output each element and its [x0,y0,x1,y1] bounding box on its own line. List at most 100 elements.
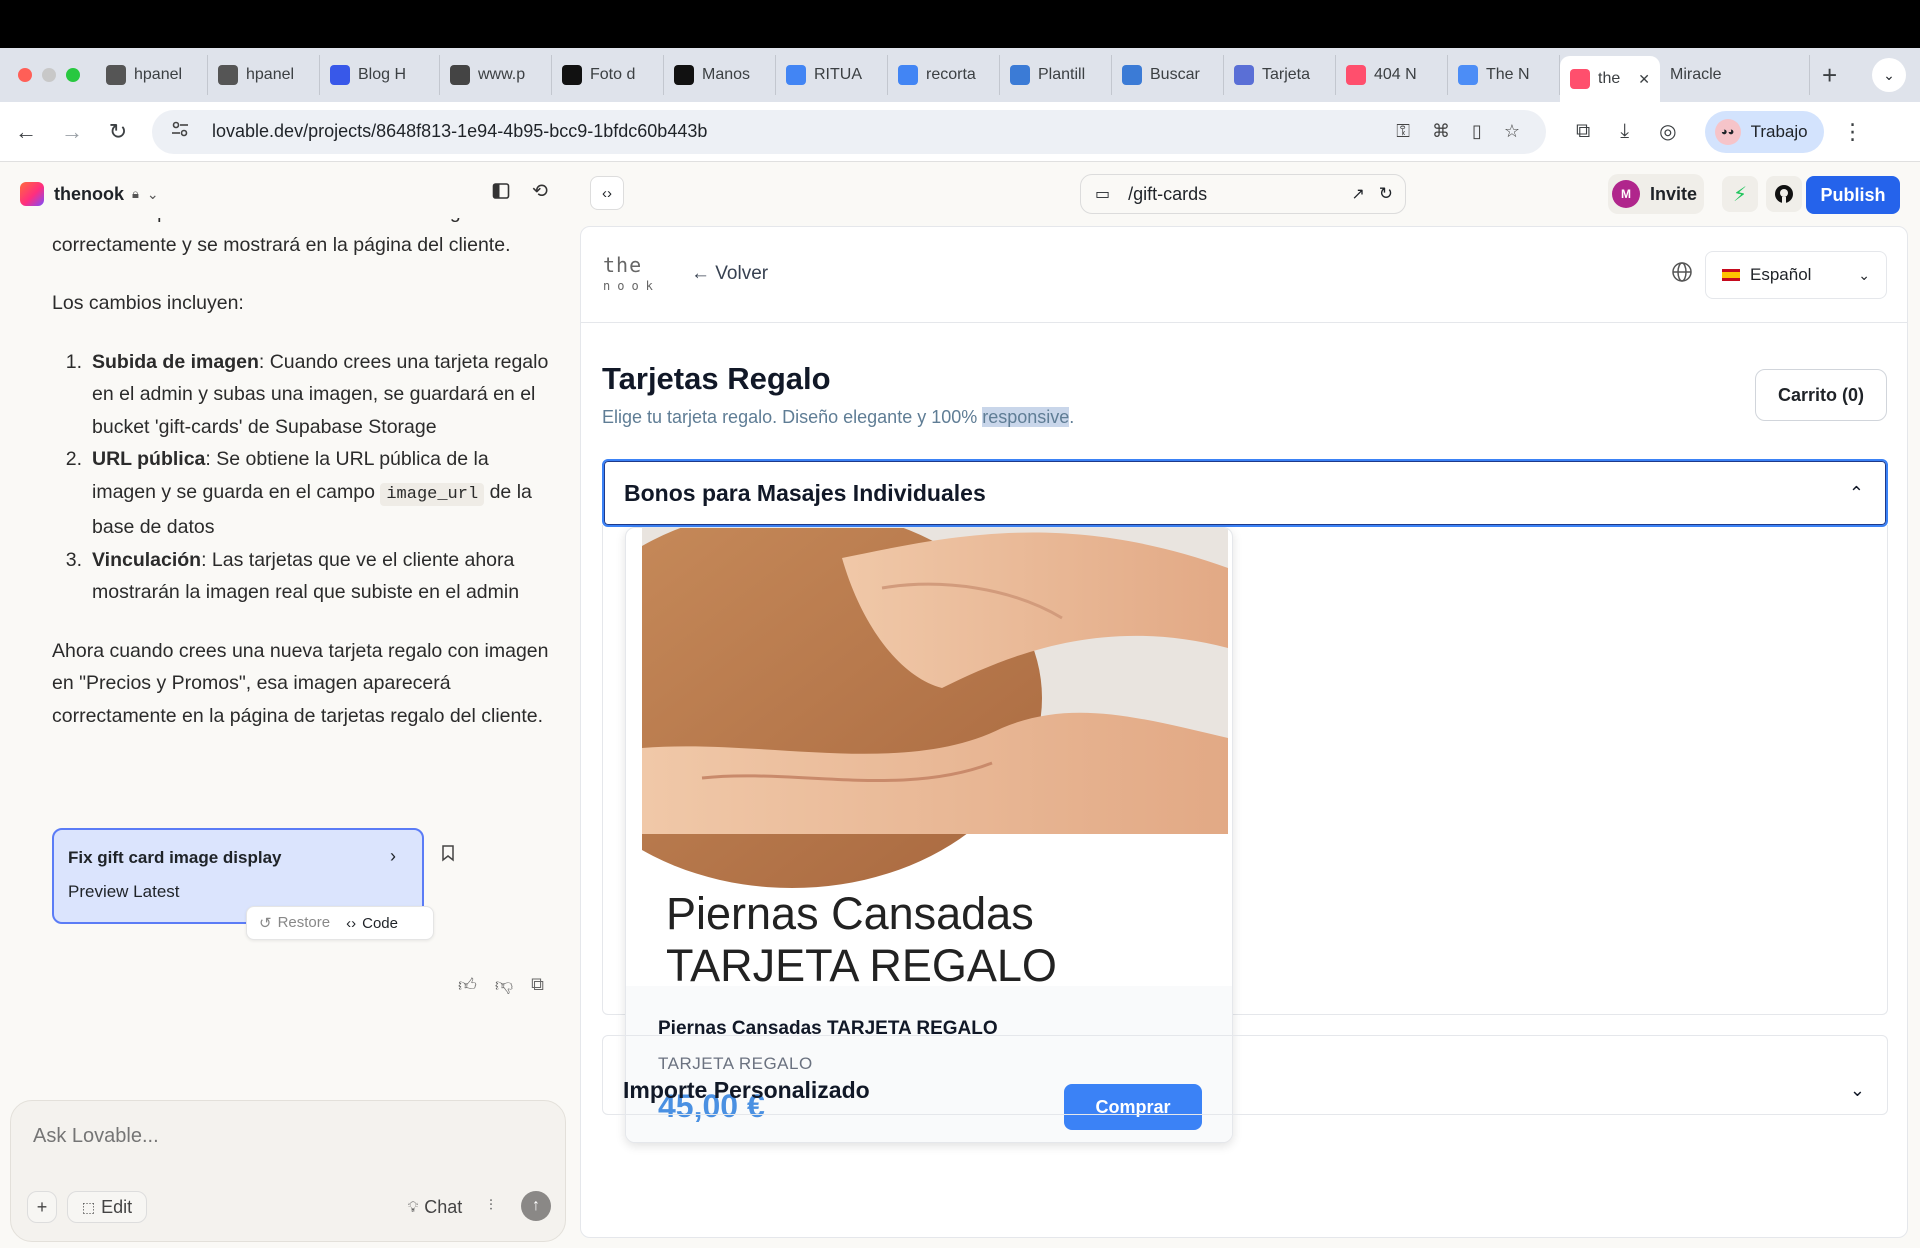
browser-tab[interactable]: Tarjeta [1224,55,1336,95]
browser-tab-bar: hpanel hpanel Blog H www.p Foto d Manos RITUA r… [0,48,1920,102]
gift-card-image: Piernas Cansadas TARJETA REGALO [642,528,1228,986]
send-button[interactable]: ↑ [521,1191,551,1221]
close-window-button[interactable] [18,68,32,82]
lovable-icon [1346,65,1366,85]
new-tab-button[interactable]: + [1822,60,1837,91]
accordion-header-custom-amount[interactable]: Importe Personalizado ⌄ [602,1035,1888,1115]
cart-button[interactable]: Carrito (0) [1755,369,1887,421]
restore-label: Restore [277,914,331,931]
list-number: 1. [65,350,82,373]
invite-button[interactable]: M Invite [1608,174,1704,214]
window-controls [18,68,80,82]
lightbulb-icon: 💡︎ [407,1198,419,1216]
list-item: 2. URL pública: Se obtiene la URL públic… [52,443,562,544]
site-logo[interactable]: the nook [603,253,660,293]
browser-tab[interactable]: recorta [888,55,1000,95]
browser-tab[interactable]: www.p [440,55,552,95]
book-icon: ▭ [1095,186,1111,203]
browser-tab[interactable]: Manos [664,55,776,95]
site-header: the nook ← Volver Español ⌄ [581,227,1907,323]
download-icon[interactable]: ⤓ [1620,120,1629,143]
page-icon[interactable]: ▯ [1472,121,1482,142]
canva-icon [1122,65,1142,85]
add-button[interactable]: + [27,1191,57,1223]
language-select[interactable]: Español ⌄ [1705,251,1887,299]
hostinger-icon [106,65,126,85]
tab-label: hpanel [246,66,295,83]
forward-button[interactable]: → [52,112,92,152]
github-icon[interactable] [1766,176,1802,212]
url-text: lovable.dev/projects/8648f813-1e94-4b95-… [212,121,708,141]
arrow-up-icon: ↑ [532,1197,540,1214]
chat-input[interactable] [33,1125,533,1148]
reload-button[interactable]: ↻ [98,112,138,152]
maximize-window-button[interactable] [66,68,80,82]
accordion-title: Importe Personalizado [623,1076,870,1103]
accordion-header-massage[interactable]: Bonos para Masajes Individuales ⌃ [602,459,1888,527]
browser-menu-button[interactable]: ⋮ [1842,119,1864,145]
tab-label: Foto d [590,66,636,83]
tab-search-button[interactable]: ⌄ [1872,58,1906,92]
language-label: Español [1750,265,1812,284]
performance-icon[interactable]: ◎ [1659,119,1676,144]
code-label: Code [362,914,398,932]
refresh-icon[interactable]: ↻ [1379,184,1393,204]
lovable-logo[interactable] [20,182,44,206]
publish-button[interactable]: Publish [1806,176,1900,214]
chat-mode-label: Chat [424,1196,463,1217]
sidebar-toggle-icon[interactable] [492,182,510,205]
image-caption-line2: TARJETA REGALO [666,940,1057,986]
bookmark-icon[interactable] [440,844,456,867]
browser-tab[interactable]: Miracle [1660,55,1810,95]
browser-tab[interactable]: hpanel [208,55,320,95]
chat-mode-button[interactable]: 💡︎ Chat [393,1191,477,1223]
browser-tab[interactable]: Foto d [552,55,664,95]
browser-actions: ⧉ ⤓ ◎ [1576,119,1677,144]
copy-icon[interactable]: ⧉ [531,974,544,996]
browser-tab[interactable]: 404 N [1336,55,1448,95]
minimize-window-button[interactable] [42,68,56,82]
supabase-icon[interactable]: ⚡︎ [1722,176,1758,212]
back-button[interactable]: ← [6,112,46,152]
version-subtitle: Preview Latest [68,882,180,901]
browser-tab[interactable]: Buscar [1112,55,1224,95]
chevron-down-icon[interactable]: ⌄ [147,186,159,203]
thumbs-up-icon[interactable]: 👍︎ [458,974,477,996]
code-button[interactable]: ‹› Code [346,915,398,932]
close-tab-icon[interactable]: ✕ [1638,71,1650,88]
picsart-icon [562,65,582,85]
profile-button[interactable]: ◕◕ Trabajo [1704,110,1824,153]
browser-tab[interactable]: Plantill [1000,55,1112,95]
restore-button[interactable]: ↺ Restore [259,914,330,932]
star-icon[interactable]: ☆ [1504,121,1520,142]
logo-top: the [603,253,643,277]
preview-toolbar: ‹› ▭ /gift-cards ↗ ↻ M Invite ⚡︎ Publish [580,162,1920,226]
site-settings-icon[interactable] [170,119,192,144]
tab-label: Plantill [1038,66,1086,83]
extensions-icon[interactable]: ⧉ [1576,120,1590,143]
browser-tab[interactable]: RITUA [776,55,888,95]
code-icon: ‹› [346,914,357,932]
wordpress-icon [330,65,350,85]
back-link[interactable]: ← Volver [691,263,768,285]
route-bar[interactable]: ▭ /gift-cards ↗ ↻ [1080,174,1406,214]
browser-tab[interactable]: Blog H [320,55,440,95]
browser-tab[interactable]: The N [1448,55,1560,95]
browser-tab[interactable]: hpanel [96,55,208,95]
translate-icon[interactable]: ⌘ [1432,121,1450,142]
voice-icon[interactable]: ⫶ [489,1197,493,1214]
spain-flag-icon [1722,269,1740,281]
address-bar[interactable]: lovable.dev/projects/8648f813-1e94-4b95-… [152,109,1546,154]
profile-label: Trabajo [1750,121,1808,141]
key-icon[interactable]: ⚿ [1396,121,1410,142]
history-icon[interactable]: ⟲ [532,180,548,203]
printer-icon [1234,65,1254,85]
project-name[interactable]: thenook [54,184,124,205]
open-external-icon[interactable]: ↗ [1351,184,1364,204]
globe-icon [1671,261,1693,288]
edit-button[interactable]: ⬚ Edit [67,1191,147,1223]
thumbs-down-icon[interactable]: 👎︎ [495,974,513,996]
browser-tab[interactable]: the ✕ [1560,56,1660,102]
list-number: 2. [65,448,82,470]
code-view-button[interactable]: ‹› [590,176,624,210]
